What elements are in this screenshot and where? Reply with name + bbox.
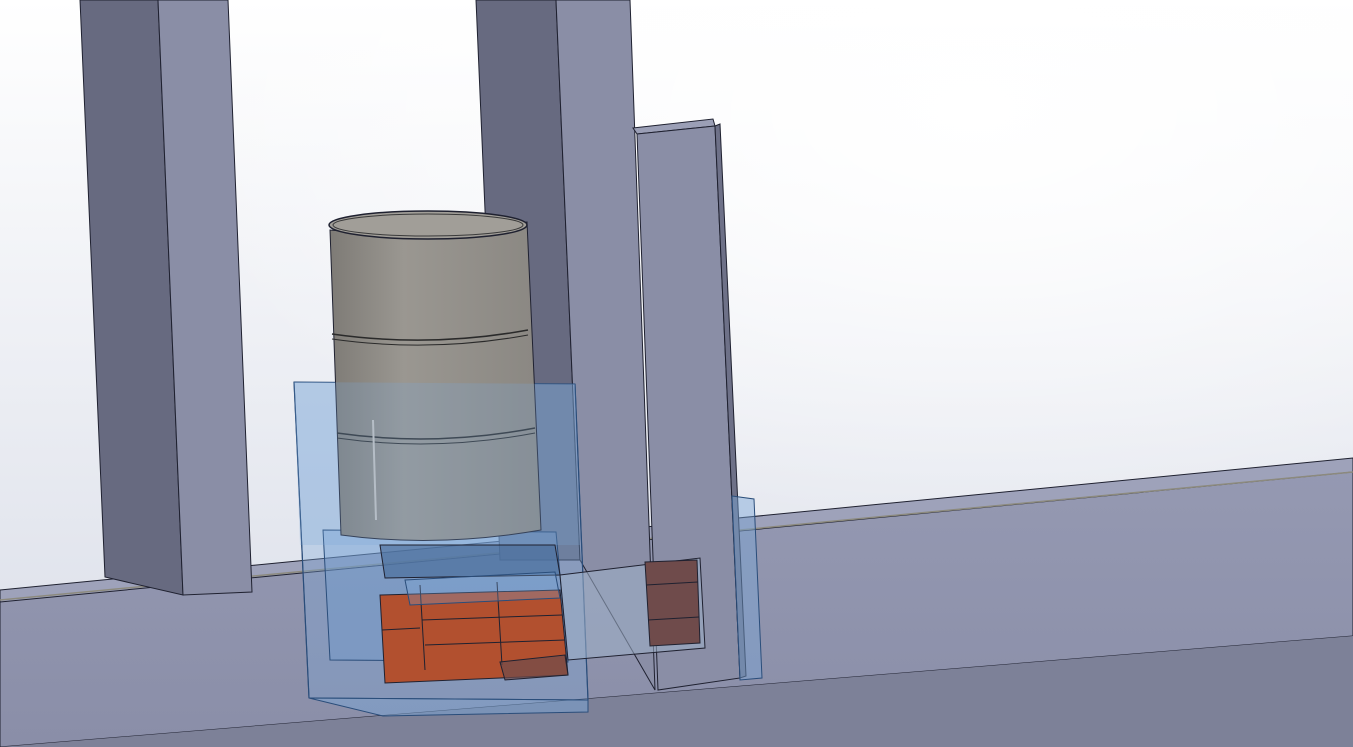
motor-block[interactable] — [379, 544, 569, 684]
right-brick-block[interactable] — [644, 559, 701, 647]
glass-housing-front-tint — [294, 382, 580, 545]
cad-viewport[interactable] — [0, 0, 1353, 747]
drum-top-rim — [328, 210, 528, 240]
left-column[interactable] — [79, 0, 253, 596]
right-brick-face — [644, 559, 701, 647]
cad-scene[interactable] — [0, 0, 1353, 747]
